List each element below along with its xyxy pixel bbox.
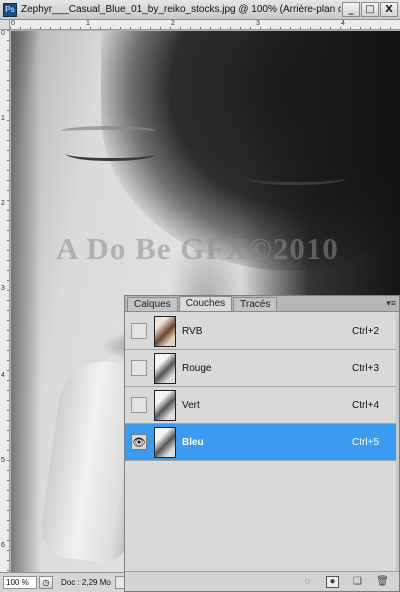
load-selection-icon[interactable]: ◌ xyxy=(301,576,314,588)
visibility-toggle[interactable] xyxy=(131,360,147,376)
channel-row-bleu[interactable]: 👁 Bleu Ctrl+5 xyxy=(125,424,399,461)
proof-icon[interactable]: ◷ xyxy=(39,576,53,589)
photoshop-icon: Ps xyxy=(3,2,17,17)
ruler-label: 2 xyxy=(171,20,175,27)
tab-calques[interactable]: Calques xyxy=(127,297,178,311)
channel-shortcut: Ctrl+4 xyxy=(352,399,379,411)
visibility-toggle[interactable]: 👁 xyxy=(131,434,147,450)
photo-eyebrow xyxy=(61,126,156,136)
channel-name: RVB xyxy=(182,325,203,337)
channel-shortcut: Ctrl+3 xyxy=(352,362,379,374)
title-bar: Ps Zephyr___Casual_Blue_01_by_reiko_stoc… xyxy=(0,0,400,20)
channel-shortcut: Ctrl+2 xyxy=(352,325,379,337)
vertical-ruler[interactable]: 0 1 2 3 4 5 6 xyxy=(0,20,10,572)
new-channel-icon[interactable]: ❏ xyxy=(351,576,364,588)
channels-panel: Calques Couches Tracés ▾≡ RVB Ctrl+2 Rou… xyxy=(124,295,400,592)
ruler-label: 0 xyxy=(1,30,5,37)
document-size[interactable]: Doc : 2,29 Mo xyxy=(61,578,111,587)
ruler-label: 3 xyxy=(256,20,260,27)
document-title: Zephyr___Casual_Blue_01_by_reiko_stocks.… xyxy=(21,4,341,15)
ruler-label: 0 xyxy=(11,20,15,27)
panel-scrollbar[interactable] xyxy=(396,313,399,571)
ruler-corner xyxy=(0,20,10,30)
channel-name: Rouge xyxy=(182,362,212,374)
photo-eye-right xyxy=(246,171,346,185)
channel-name: Vert xyxy=(182,399,200,411)
panel-tab-bar: Calques Couches Tracés ▾≡ xyxy=(125,296,399,312)
ruler-label: 2 xyxy=(1,200,5,207)
window-controls: _ □ X xyxy=(342,2,398,17)
channel-row-rouge[interactable]: Rouge Ctrl+3 xyxy=(125,350,399,387)
panel-footer: ◌ ● ❏ 🗑 xyxy=(125,571,399,591)
channel-name: Bleu xyxy=(182,436,204,448)
photo-eye-left xyxy=(66,147,156,161)
channel-shortcut: Ctrl+5 xyxy=(352,436,379,448)
watermark-text: A Do Be GFX©2010 xyxy=(56,231,339,266)
ruler-label: 3 xyxy=(1,285,5,292)
horizontal-ruler[interactable]: 0 1 2 3 4 xyxy=(10,20,400,30)
eye-icon: 👁 xyxy=(132,436,146,449)
ruler-label: 4 xyxy=(341,20,345,27)
channel-thumbnail xyxy=(154,389,176,421)
channel-thumbnail xyxy=(154,352,176,384)
trash-icon[interactable]: 🗑 xyxy=(376,576,389,588)
save-selection-icon[interactable]: ● xyxy=(326,575,339,588)
visibility-toggle[interactable] xyxy=(131,323,147,339)
tab-couches[interactable]: Couches xyxy=(178,296,233,311)
ruler-label: 6 xyxy=(1,542,5,549)
close-button[interactable]: X xyxy=(380,2,398,17)
ruler-label: 4 xyxy=(1,372,5,379)
ruler-label: 1 xyxy=(86,20,90,27)
zoom-field[interactable]: 100 % xyxy=(3,576,37,589)
visibility-toggle[interactable] xyxy=(131,397,147,413)
channel-list: RVB Ctrl+2 Rouge Ctrl+3 Vert Ctrl+4 👁 Bl… xyxy=(125,313,399,461)
maximize-button[interactable]: □ xyxy=(361,2,379,17)
channel-thumbnail xyxy=(154,315,176,347)
panel-menu-icon[interactable]: ▾≡ xyxy=(386,298,396,309)
ruler-label: 5 xyxy=(1,457,5,464)
photo-shadow xyxy=(11,31,41,572)
minimize-button[interactable]: _ xyxy=(342,2,360,17)
channel-row-vert[interactable]: Vert Ctrl+4 xyxy=(125,387,399,424)
ruler-label: 1 xyxy=(1,115,5,122)
channel-row-rvb[interactable]: RVB Ctrl+2 xyxy=(125,313,399,350)
tab-traces[interactable]: Tracés xyxy=(233,297,278,311)
channel-thumbnail xyxy=(154,426,176,458)
